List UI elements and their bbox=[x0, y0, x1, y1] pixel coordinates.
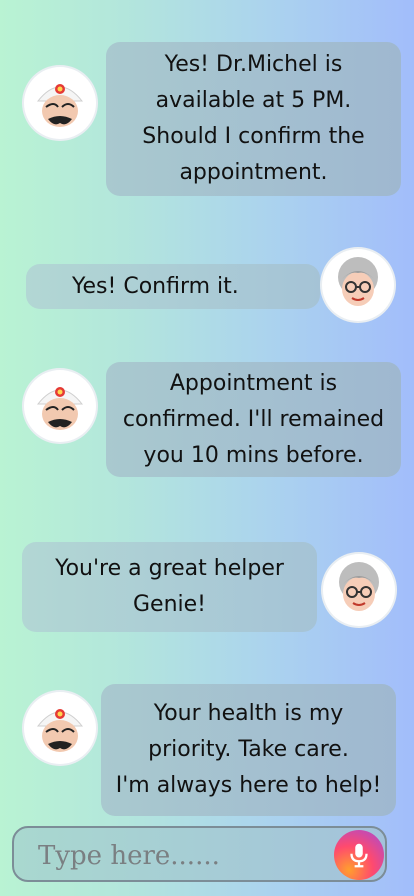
genie-avatar bbox=[24, 67, 96, 139]
message-composer bbox=[12, 826, 387, 882]
message-text: Appointment is confirmed. I'll remained … bbox=[122, 370, 385, 468]
message-text: Your health is my priority. Take care. I… bbox=[115, 701, 382, 798]
message-text: You're a great helper Genie! bbox=[55, 556, 284, 617]
message-text: Yes! Dr.Michel is available at 5 PM. Sho… bbox=[142, 52, 365, 185]
grandma-avatar bbox=[322, 249, 394, 321]
message-bubble-user: Yes! Confirm it. bbox=[26, 264, 320, 309]
genie-avatar bbox=[24, 692, 96, 764]
message-bubble-genie: Your health is my priority. Take care. I… bbox=[101, 684, 396, 816]
message-bubble-genie: Appointment is confirmed. I'll remained … bbox=[106, 362, 401, 477]
message-bubble-user: You're a great helper Genie! bbox=[22, 542, 317, 632]
mic-button[interactable] bbox=[334, 830, 384, 880]
genie-avatar bbox=[24, 370, 96, 442]
grandma-avatar bbox=[323, 554, 395, 626]
message-input[interactable] bbox=[36, 836, 330, 876]
microphone-icon bbox=[350, 843, 368, 868]
message-text: Yes! Confirm it. bbox=[72, 273, 239, 299]
message-bubble-genie: Yes! Dr.Michel is available at 5 PM. Sho… bbox=[106, 42, 401, 196]
